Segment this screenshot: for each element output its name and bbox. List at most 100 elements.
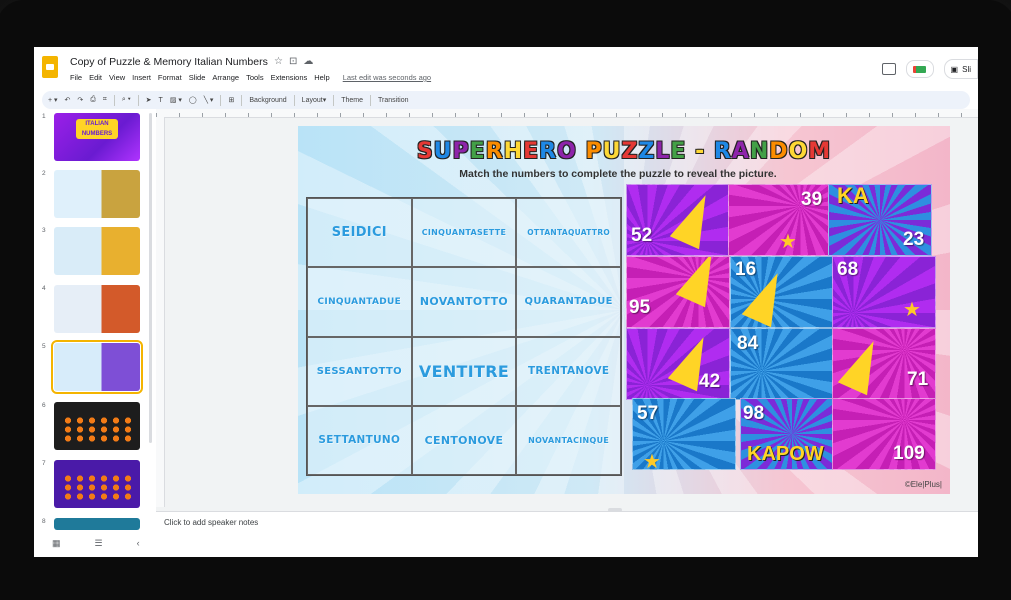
menu-file[interactable]: File: [70, 73, 82, 82]
new-slide-icon[interactable]: + ▾: [48, 96, 58, 104]
puzzle-piece[interactable]: 95: [626, 256, 730, 328]
puzzle-piece[interactable]: ★ 68: [832, 256, 936, 328]
slide-thumbnail-2[interactable]: [54, 170, 140, 218]
shape-icon[interactable]: ◯: [189, 96, 197, 104]
notes-resize-handle[interactable]: [608, 508, 622, 512]
theme-button[interactable]: Theme: [341, 97, 363, 104]
menu-arrange[interactable]: Arrange: [212, 73, 239, 82]
puzzle-piece[interactable]: 52: [626, 184, 730, 256]
paint-format-icon[interactable]: ⌗: [103, 96, 107, 104]
slide-thumbnail-5[interactable]: [54, 343, 140, 391]
word-cell[interactable]: CINQUANTADUE: [307, 267, 412, 336]
piece-number: 52: [631, 225, 652, 247]
last-edit-link[interactable]: Last edit was seconds ago: [343, 73, 431, 82]
lightning-bolt-graphic: [670, 189, 720, 250]
comic-text: KAPOW: [747, 443, 824, 466]
title-icons: ☆⊡☁: [274, 56, 319, 67]
word-cell[interactable]: SETTANTUNO: [307, 406, 412, 475]
puzzle-piece[interactable]: 16: [730, 256, 834, 328]
slide-subtitle[interactable]: Match the numbers to complete the puzzle…: [298, 168, 938, 180]
piece-number: 23: [903, 229, 924, 251]
list-view-icon[interactable]: ☰: [95, 538, 103, 549]
slide-number: 7: [42, 460, 46, 467]
title-letter: M: [808, 139, 831, 164]
menu-help[interactable]: Help: [314, 73, 329, 82]
undo-icon[interactable]: ↶: [65, 96, 71, 104]
layout-button[interactable]: Layout▾: [302, 96, 327, 104]
slide-thumbnail-8[interactable]: [54, 518, 140, 530]
word-cell[interactable]: TRENTANOVE: [516, 337, 621, 406]
speaker-notes-panel[interactable]: Click to add speaker notes: [156, 511, 978, 557]
slides-logo-icon[interactable]: [42, 56, 58, 78]
word-cell[interactable]: CINQUANTASETTE: [412, 198, 517, 267]
move-folder-icon[interactable]: ⊡: [289, 56, 303, 67]
comment-add-icon[interactable]: ⊞: [228, 96, 234, 104]
document-title[interactable]: Copy of Puzzle & Memory Italian Numbers: [70, 56, 268, 68]
slide-number: 2: [42, 170, 46, 177]
slide-number: 3: [42, 227, 46, 234]
piece-number: 42: [699, 371, 720, 393]
background-button[interactable]: Background: [249, 97, 286, 104]
redo-icon[interactable]: ↷: [77, 96, 83, 104]
image-icon[interactable]: ▨ ▾: [170, 96, 182, 104]
transition-button[interactable]: Transition: [378, 97, 408, 104]
collapse-panel-icon[interactable]: ‹: [137, 538, 140, 548]
slide-thumbnail-3[interactable]: [54, 227, 140, 275]
puzzle-piece[interactable]: 42: [626, 328, 730, 400]
meet-button[interactable]: [906, 60, 934, 78]
toolbar-divider: [294, 95, 295, 106]
slide-thumbnail-4[interactable]: [54, 285, 140, 333]
line-icon[interactable]: ╲ ▾: [204, 96, 214, 104]
puzzle-piece[interactable]: ★ 39: [728, 184, 832, 256]
menu-extensions[interactable]: Extensions: [271, 73, 308, 82]
puzzle-piece[interactable]: KA 23: [828, 184, 932, 256]
word-cell[interactable]: SEIDICI: [307, 198, 412, 267]
zoom-icon[interactable]: ⌕ ▾: [122, 96, 131, 104]
current-slide[interactable]: SUPERHERO PUZZLE - RANDOM Match the numb…: [298, 126, 950, 494]
cloud-status-icon[interactable]: ☁: [303, 56, 319, 67]
puzzle-piece[interactable]: 71: [832, 328, 936, 400]
puzzle-piece[interactable]: ★ 57: [632, 398, 736, 470]
slide-number: 6: [42, 402, 46, 409]
comment-history-icon[interactable]: [882, 63, 896, 75]
print-icon[interactable]: ⎙: [90, 96, 96, 104]
puzzle-piece[interactable]: 84: [730, 328, 834, 400]
puzzle-image: 52 ★ 39 KA 23 95 16 ★ 68: [626, 184, 936, 464]
word-cell[interactable]: SESSANTOTTO: [307, 337, 412, 406]
slideshow-button[interactable]: ▣ Sli: [944, 59, 978, 79]
word-cell[interactable]: NOVANTACINQUE: [516, 406, 621, 475]
word-cell[interactable]: QUARANTADUE: [516, 267, 621, 336]
word-cell[interactable]: VENTITRE: [412, 337, 517, 406]
puzzle-piece[interactable]: 109: [832, 398, 936, 470]
app-header: Copy of Puzzle & Memory Italian Numbers …: [34, 47, 978, 89]
menu-format[interactable]: Format: [158, 73, 182, 82]
menu-tools[interactable]: Tools: [246, 73, 264, 82]
menu-view[interactable]: View: [109, 73, 125, 82]
menu-edit[interactable]: Edit: [89, 73, 102, 82]
title-letter: O: [789, 139, 809, 164]
horizontal-ruler: [156, 109, 978, 118]
menu-insert[interactable]: Insert: [132, 73, 151, 82]
word-grid[interactable]: SEIDICI CINQUANTASETTE OTTANTAQUATTRO CI…: [306, 197, 622, 476]
grid-view-icon[interactable]: ▦: [52, 538, 61, 549]
text-box-icon[interactable]: T: [159, 97, 163, 104]
menu-slide[interactable]: Slide: [189, 73, 206, 82]
toolbar-divider: [138, 95, 139, 106]
star-graphic: ★: [779, 229, 797, 254]
slide-thumbnail-1[interactable]: ITALIAN NUMBERS: [54, 113, 140, 161]
star-icon[interactable]: ☆: [274, 56, 289, 67]
toolbar-divider: [370, 95, 371, 106]
title-letter: E: [523, 139, 539, 164]
select-icon[interactable]: ➤: [146, 96, 152, 104]
header-actions: ▣ Sli: [882, 59, 978, 79]
word-cell[interactable]: NOVANTOTTO: [412, 267, 517, 336]
slide-thumbnail-6[interactable]: [54, 402, 140, 450]
slide-thumbnail-7[interactable]: [54, 460, 140, 508]
puzzle-piece[interactable]: KAPOW 98: [740, 398, 844, 470]
title-letter: O: [557, 139, 577, 164]
slide-title[interactable]: SUPERHERO PUZZLE - RANDOM: [298, 139, 950, 164]
speaker-notes-placeholder[interactable]: Click to add speaker notes: [164, 518, 258, 527]
word-cell[interactable]: CENTONOVE: [412, 406, 517, 475]
filmstrip-scrollbar[interactable]: [149, 113, 152, 443]
word-cell[interactable]: OTTANTAQUATTRO: [516, 198, 621, 267]
